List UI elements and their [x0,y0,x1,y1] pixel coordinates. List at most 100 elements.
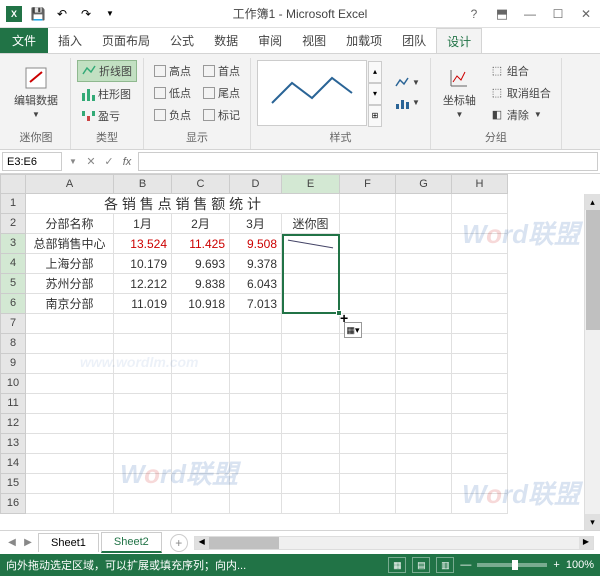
col-header-A[interactable]: A [26,174,114,194]
group-button[interactable]: ⬚组合 [486,61,555,81]
cell[interactable] [114,454,172,474]
add-sheet-button[interactable]: + [170,534,188,552]
cell[interactable] [114,494,172,514]
cell[interactable] [172,414,230,434]
cell[interactable] [452,314,508,334]
cell[interactable] [452,274,508,294]
cell[interactable] [340,354,396,374]
type-column-button[interactable]: 柱形图 [77,84,137,104]
cell[interactable] [282,474,340,494]
col-header-H[interactable]: H [452,174,508,194]
cell[interactable] [114,474,172,494]
tab-file[interactable]: 文件 [0,28,48,53]
col-header-C[interactable]: C [172,174,230,194]
sparkline-color-button[interactable]: ▼ [391,74,424,92]
cell[interactable] [396,214,452,234]
sheet-tab-2[interactable]: Sheet2 [101,532,162,553]
cell[interactable]: 南京分部 [26,294,114,314]
type-winloss-button[interactable]: 盈亏 [77,106,137,126]
cell[interactable]: 2月 [172,214,230,234]
fx-icon[interactable]: fx [118,150,136,173]
cell[interactable]: 10.918 [172,294,230,314]
cell[interactable] [340,214,396,234]
cell[interactable]: 苏州分部 [26,274,114,294]
tab-data[interactable]: 数据 [204,28,248,53]
cell[interactable] [396,414,452,434]
cell[interactable] [26,314,114,334]
formula-input[interactable] [138,152,598,171]
view-pagelayout-icon[interactable]: ▤ [412,557,430,573]
hscroll-thumb[interactable] [209,537,279,549]
cell[interactable] [230,494,282,514]
cell[interactable] [230,334,282,354]
gallery-up-icon[interactable]: ▴ [368,61,382,83]
tab-review[interactable]: 审阅 [248,28,292,53]
qat-customize-icon[interactable]: ▼ [100,4,120,24]
col-header-F[interactable]: F [340,174,396,194]
show-first-checkbox[interactable]: 首点 [199,61,244,81]
cell[interactable] [282,254,340,274]
cell[interactable] [26,414,114,434]
fill-handle[interactable] [336,310,342,316]
close-icon[interactable]: ✕ [572,0,600,28]
cell[interactable] [230,454,282,474]
row-header-15[interactable]: 15 [0,474,26,494]
cell[interactable]: 各 销 售 点 销 售 额 统 计 [26,194,340,214]
cell[interactable] [340,434,396,454]
row-header-10[interactable]: 10 [0,374,26,394]
cell[interactable] [340,394,396,414]
show-markers-checkbox[interactable]: 标记 [199,105,244,125]
cell[interactable] [396,354,452,374]
clear-button[interactable]: ◧清除▼ [486,105,555,125]
row-header-7[interactable]: 7 [0,314,26,334]
cell[interactable] [114,374,172,394]
cell[interactable] [452,354,508,374]
zoom-slider[interactable] [477,563,547,567]
cell[interactable] [114,414,172,434]
cell[interactable] [114,354,172,374]
name-dropdown-icon[interactable]: ▼ [64,150,82,173]
cell[interactable] [230,434,282,454]
enter-icon[interactable]: ✓ [100,150,118,173]
cell[interactable]: 6.043 [230,274,282,294]
cell[interactable] [452,474,508,494]
cell[interactable] [282,374,340,394]
scroll-down-icon[interactable]: ▾ [585,514,600,530]
cell[interactable] [26,454,114,474]
type-line-button[interactable]: 折线图 [77,60,137,82]
cell[interactable] [172,394,230,414]
cell[interactable] [396,494,452,514]
cell[interactable]: 迷你图 [282,214,340,234]
tab-insert[interactable]: 插入 [48,28,92,53]
style-gallery[interactable]: ▴ ▾ ⊞ [257,60,367,126]
cell[interactable] [282,294,340,314]
cell[interactable] [172,434,230,454]
cell[interactable]: 9.838 [172,274,230,294]
cell[interactable] [172,374,230,394]
cell[interactable] [282,274,340,294]
cell[interactable] [396,194,452,214]
col-header-B[interactable]: B [114,174,172,194]
name-box[interactable]: E3:E6 [2,152,62,171]
row-header-3[interactable]: 3 [0,234,26,254]
cell[interactable] [114,394,172,414]
show-low-checkbox[interactable]: 低点 [150,83,195,103]
help-icon[interactable]: ? [460,0,488,28]
cell[interactable] [396,294,452,314]
cell[interactable] [172,314,230,334]
cell[interactable] [340,294,396,314]
row-header-8[interactable]: 8 [0,334,26,354]
row-header-5[interactable]: 5 [0,274,26,294]
row-header-1[interactable]: 1 [0,194,26,214]
cell[interactable]: 13.524 [114,234,172,254]
cell[interactable] [452,394,508,414]
gallery-down-icon[interactable]: ▾ [368,83,382,105]
cell[interactable] [340,454,396,474]
cell[interactable] [452,254,508,274]
redo-icon[interactable]: ↷ [76,4,96,24]
tab-formulas[interactable]: 公式 [160,28,204,53]
axis-button[interactable]: 坐标轴 ▼ [437,58,482,127]
cell[interactable] [282,334,340,354]
cell[interactable] [172,334,230,354]
cell[interactable] [172,474,230,494]
